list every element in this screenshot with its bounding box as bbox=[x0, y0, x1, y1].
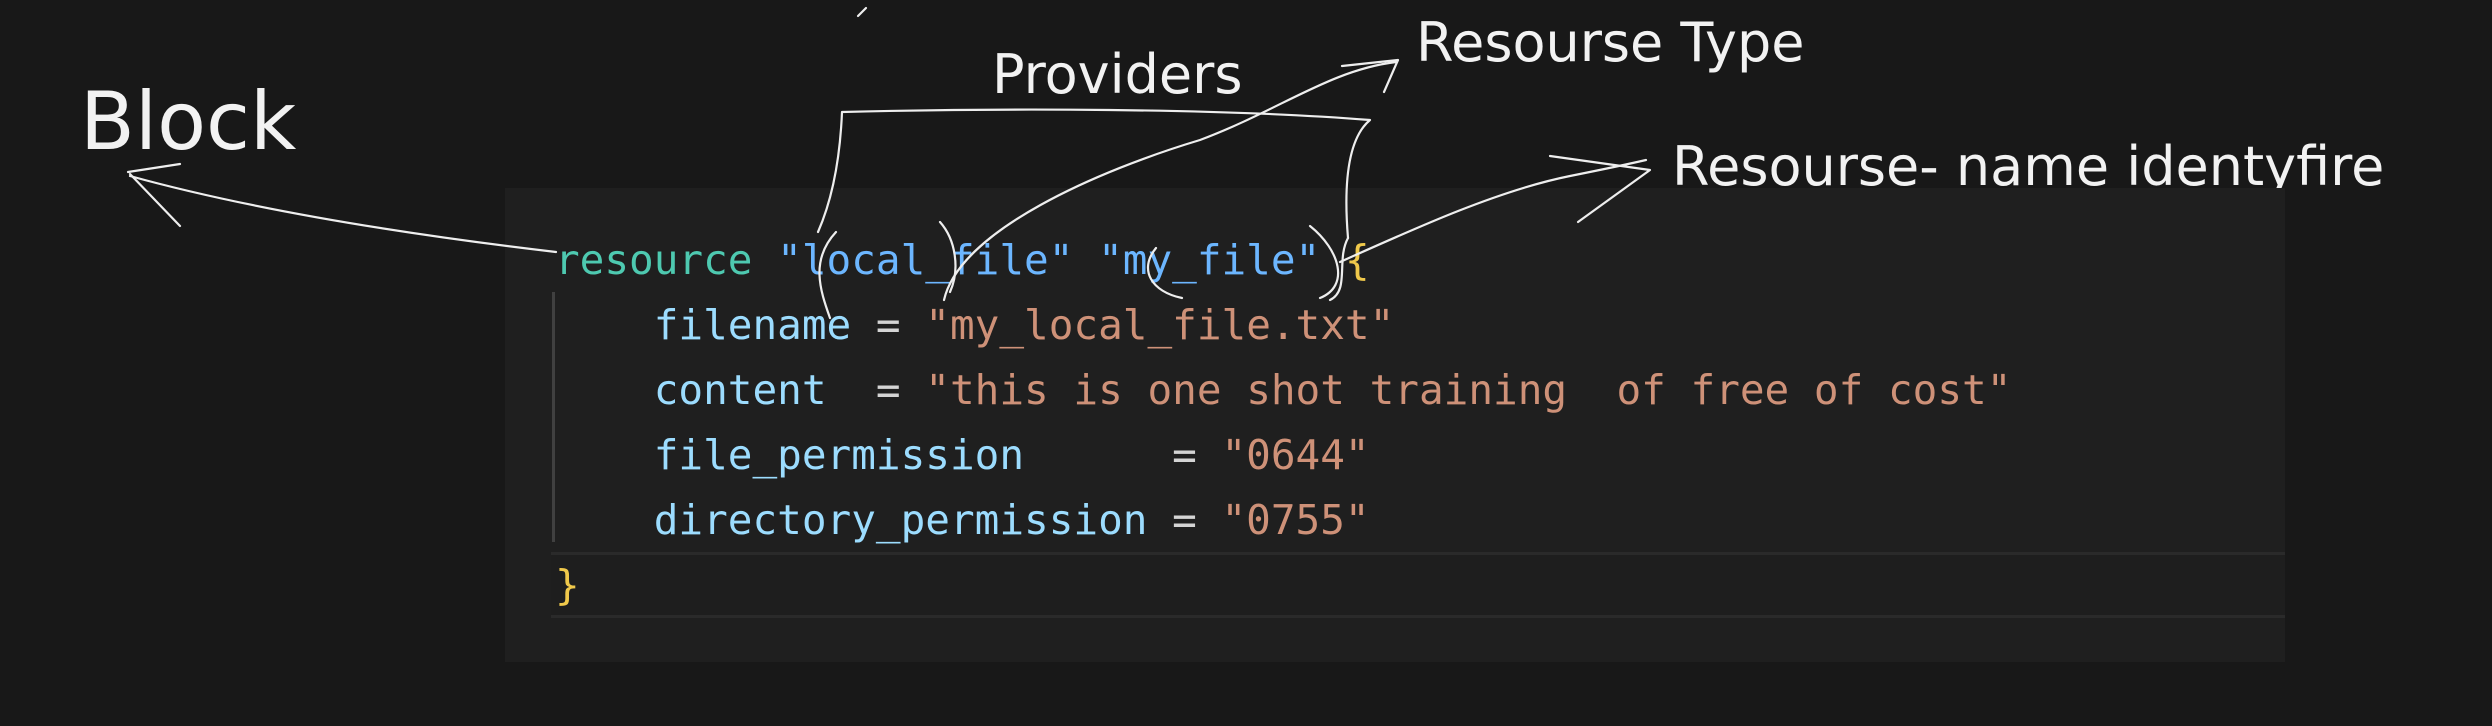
providers-curl-left bbox=[818, 230, 838, 320]
stray-mark bbox=[856, 6, 868, 18]
providers-bracket bbox=[816, 108, 1372, 240]
name-curl-right bbox=[1308, 224, 1340, 300]
underscore-marker bbox=[938, 220, 957, 294]
name-curl-left bbox=[1146, 246, 1184, 300]
resource-name-arrow bbox=[1338, 158, 1648, 264]
annotation-strokes bbox=[126, 6, 1652, 320]
block-arrow bbox=[128, 174, 558, 254]
resource-type-arrow bbox=[942, 60, 1398, 302]
resource-type-arrowhead bbox=[1340, 58, 1400, 94]
resource-name-arrowhead bbox=[1548, 154, 1652, 224]
block-arrowhead bbox=[126, 162, 182, 228]
